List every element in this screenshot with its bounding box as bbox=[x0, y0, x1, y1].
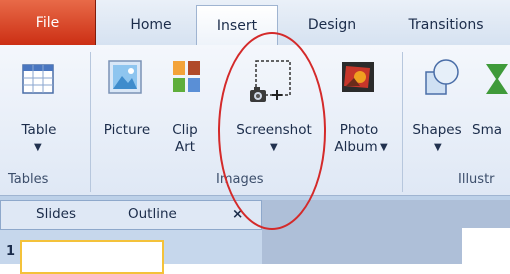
tab-design[interactable]: Design bbox=[284, 6, 380, 44]
smartart-button[interactable]: Sma bbox=[470, 52, 510, 170]
photo-album-label-line2: Album bbox=[334, 139, 378, 155]
slide-thumbnail[interactable] bbox=[20, 240, 164, 274]
picture-button[interactable]: Picture bbox=[94, 52, 160, 152]
group-separator bbox=[90, 52, 91, 192]
slide-number: 1 bbox=[6, 244, 16, 259]
shapes-dropdown-arrow[interactable]: ▼ bbox=[434, 142, 442, 153]
table-button[interactable]: Table ▼ bbox=[6, 52, 72, 170]
tab-transitions[interactable]: Transitions bbox=[382, 6, 510, 44]
photo-album-button[interactable]: Photo Album ▼ bbox=[328, 52, 390, 170]
picture-label: Picture bbox=[103, 122, 151, 138]
picture-icon bbox=[108, 60, 142, 94]
shapes-icon bbox=[425, 59, 459, 95]
shapes-label: Shapes bbox=[412, 122, 462, 138]
table-label: Table bbox=[21, 122, 57, 138]
photo-album-label-line1: Photo bbox=[339, 122, 379, 138]
smartart-label: Sma bbox=[472, 122, 502, 138]
slide-canvas[interactable] bbox=[462, 228, 510, 264]
clip-art-button[interactable]: Clip Art bbox=[158, 52, 212, 170]
tab-slides[interactable]: Slides bbox=[36, 206, 76, 222]
photo-album-dropdown-arrow[interactable]: ▼ bbox=[380, 142, 388, 153]
table-icon bbox=[22, 64, 54, 94]
clip-art-label-line2: Art bbox=[174, 139, 196, 155]
clip-art-label-line1: Clip bbox=[172, 122, 198, 138]
table-dropdown-arrow[interactable]: ▼ bbox=[34, 142, 42, 153]
shapes-button[interactable]: Shapes ▼ bbox=[406, 52, 476, 170]
clip-art-icon bbox=[173, 61, 200, 92]
annotation-ellipse bbox=[218, 32, 326, 230]
group-separator bbox=[402, 52, 403, 192]
group-label-tables: Tables bbox=[8, 172, 49, 187]
group-label-illustrations: Illustr bbox=[458, 172, 495, 187]
tab-outline[interactable]: Outline bbox=[128, 206, 177, 222]
tab-home[interactable]: Home bbox=[110, 6, 192, 44]
photo-album-icon bbox=[342, 62, 374, 92]
smartart-icon bbox=[486, 64, 508, 94]
tab-file[interactable]: File bbox=[0, 0, 96, 45]
